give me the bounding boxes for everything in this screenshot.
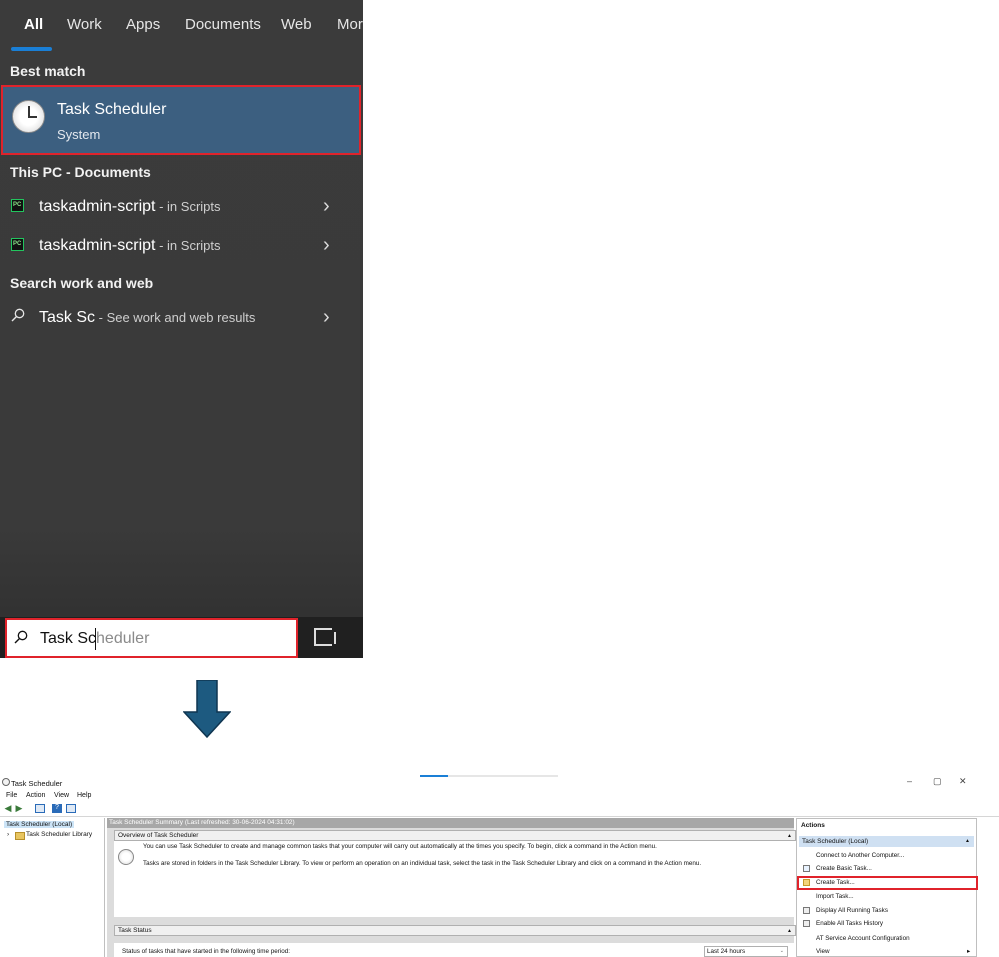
search-typed-text: Task Sc (40, 630, 97, 647)
best-match-result[interactable]: Task Scheduler System (1, 85, 361, 155)
action-pane-icon[interactable] (66, 804, 76, 813)
task-scheduler-window: Task Scheduler – ▢ ✕ File Action View He… (0, 772, 999, 957)
web-suffix: - See work and web results (95, 310, 256, 325)
menu-file[interactable]: File (6, 792, 17, 799)
minimize-button[interactable]: – (907, 776, 912, 786)
action-connect[interactable]: Connect to Another Computer... (816, 852, 904, 859)
overview-body: You can use Task Scheduler to create and… (114, 841, 796, 917)
tab-documents[interactable]: Documents (185, 16, 261, 33)
tab-web[interactable]: Web (281, 16, 312, 33)
chevron-down-icon: ⌄ (779, 948, 784, 954)
menu-help[interactable]: Help (77, 792, 91, 799)
task-view-icon[interactable] (314, 628, 336, 646)
overview-text: You can use Task Scheduler to create and… (143, 843, 657, 850)
web-heading: Search work and web (10, 275, 154, 291)
search-icon (11, 308, 25, 322)
best-match-title: Task Scheduler (57, 101, 167, 118)
back-icon[interactable]: ◀ (3, 804, 13, 813)
start-search-panel: All Work Apps Documents Web Mor Best mat… (0, 0, 363, 658)
chevron-right-icon[interactable]: › (323, 234, 330, 257)
tab-more[interactable]: Mor (337, 16, 363, 33)
actions-group-title: Task Scheduler (Local) (802, 838, 869, 845)
folder-icon (15, 832, 25, 840)
clock-icon (2, 778, 10, 786)
active-tab-indicator (11, 47, 52, 51)
history-icon (803, 920, 810, 927)
documents-heading: This PC - Documents (10, 164, 151, 180)
down-arrow-icon (183, 680, 231, 738)
search-autocomplete-text: heduler (96, 630, 150, 647)
document-result[interactable]: PC taskadmin-script - in Scripts › (0, 189, 363, 225)
overview-header[interactable]: Overview of Task Scheduler ▲ (114, 830, 796, 841)
tab-apps[interactable]: Apps (126, 16, 160, 33)
menu-action[interactable]: Action (26, 792, 45, 799)
tree-item-library[interactable]: Task Scheduler Library (26, 831, 92, 838)
document-location: - in Scripts (155, 199, 221, 214)
document-name: taskadmin-script (39, 237, 156, 254)
search-tabs: All Work Apps Documents Web Mor (0, 0, 363, 52)
best-match-subtitle: System (57, 127, 101, 142)
console-tree-icon[interactable] (35, 804, 45, 813)
web-query: Task Sc (39, 309, 96, 326)
document-location: - in Scripts (155, 238, 221, 253)
collapse-icon[interactable]: ▲ (965, 836, 970, 847)
forward-icon[interactable]: ▶ (14, 804, 24, 813)
action-import-task[interactable]: Import Task... (816, 893, 854, 900)
chevron-right-icon[interactable]: › (323, 306, 330, 329)
running-tasks-icon (803, 907, 810, 914)
overview-text: Tasks are stored in folders in the Task … (143, 860, 702, 867)
restore-button[interactable]: ▢ (933, 776, 942, 787)
time-period-select[interactable]: Last 24 hours ⌄ (704, 946, 788, 957)
console-tree: Task Scheduler (Local) › Task Scheduler … (0, 818, 105, 957)
submenu-arrow-icon: ▸ (967, 948, 971, 955)
action-enable-history[interactable]: Enable All Tasks History (816, 920, 883, 927)
action-at-service[interactable]: AT Service Account Configuration (816, 935, 910, 942)
search-bar: Task Scheduler (0, 617, 363, 658)
toolbar: ◀ ▶ ? (0, 802, 999, 817)
tab-work[interactable]: Work (67, 16, 102, 33)
pycharm-file-icon: PC (11, 238, 24, 251)
loading-progress-bar (420, 775, 558, 777)
web-search-result[interactable]: Task Sc - See work and web results › (0, 300, 363, 336)
summary-title: Task Scheduler Summary (Last refreshed: … (107, 818, 794, 828)
summary-pane: Task Scheduler Summary (Last refreshed: … (107, 818, 796, 957)
task-status-body: Status of tasks that have started in the… (114, 943, 796, 957)
action-view[interactable]: View (816, 948, 830, 955)
expand-icon[interactable]: › (7, 831, 9, 838)
text-caret (95, 628, 96, 650)
collapse-icon[interactable]: ▲ (787, 927, 792, 936)
action-display-running[interactable]: Display All Running Tasks (816, 907, 888, 914)
close-button[interactable]: ✕ (959, 776, 967, 787)
chevron-right-icon[interactable]: › (323, 195, 330, 218)
document-name: taskadmin-script (39, 198, 156, 215)
action-create-basic-task[interactable]: Create Basic Task... (816, 865, 872, 872)
tree-item-local[interactable]: Task Scheduler (Local) (4, 821, 75, 828)
help-icon[interactable]: ? (52, 804, 62, 813)
tab-all[interactable]: All (24, 16, 43, 33)
menu-view[interactable]: View (54, 792, 69, 799)
time-period-value: Last 24 hours (707, 948, 746, 955)
create-task-highlight (797, 876, 978, 890)
document-result[interactable]: PC taskadmin-script - in Scripts › (0, 228, 363, 264)
actions-heading: Actions (801, 822, 825, 829)
actions-group-header[interactable]: Task Scheduler (Local) ▲ (799, 836, 974, 847)
create-basic-task-icon (803, 865, 810, 872)
clock-icon (118, 849, 134, 865)
best-match-heading: Best match (10, 63, 86, 79)
pycharm-file-icon: PC (11, 199, 24, 212)
task-status-heading: Task Status (118, 927, 152, 934)
status-description: Status of tasks that have started in the… (122, 948, 291, 955)
clock-icon (12, 100, 45, 133)
search-icon (14, 630, 28, 644)
window-title: Task Scheduler (11, 779, 63, 788)
task-status-header[interactable]: Task Status ▲ (114, 925, 796, 936)
search-box[interactable]: Task Scheduler (5, 618, 298, 658)
collapse-icon[interactable]: ▲ (787, 832, 792, 841)
overview-heading: Overview of Task Scheduler (118, 832, 199, 839)
